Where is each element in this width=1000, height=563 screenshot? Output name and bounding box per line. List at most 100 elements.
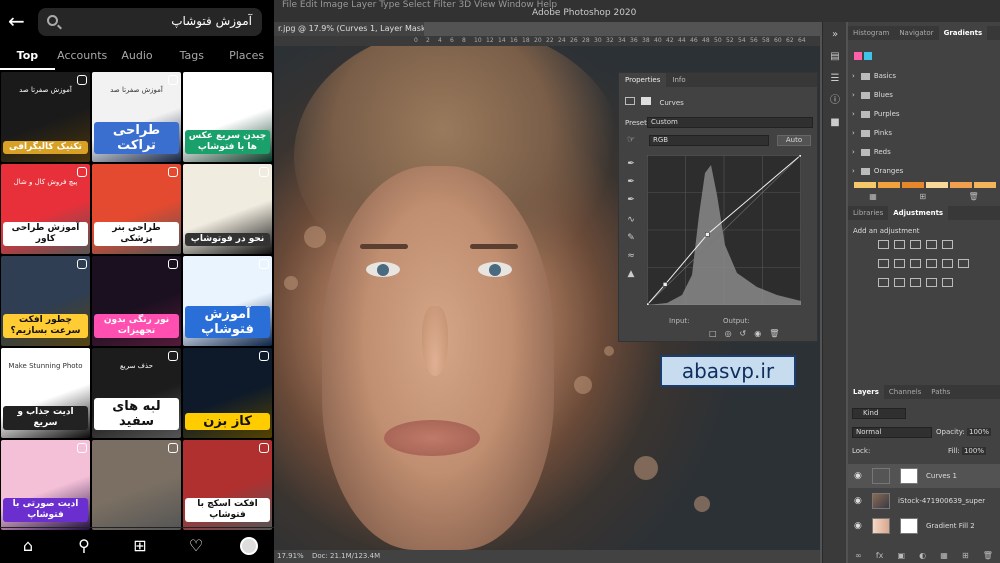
delete-gradient-icon[interactable]: 🗑 — [969, 190, 979, 203]
gradient-folder[interactable]: › Pinks — [852, 125, 892, 141]
curves-icon[interactable] — [910, 240, 921, 249]
layer-row[interactable]: ◉ Gradient Fill 2 — [848, 514, 1000, 538]
properties-icon[interactable]: ☰ — [823, 70, 847, 88]
search-icon[interactable]: ⚲ — [72, 536, 96, 555]
brightness-contrast-icon[interactable] — [878, 240, 889, 249]
tab-adjustments[interactable]: Adjustments — [888, 206, 949, 220]
result-tile[interactable]: چیدن سریع عکس ها با فتوشاپ — [183, 72, 272, 162]
link-layers-icon[interactable]: ∞ — [855, 549, 862, 562]
tab-layers[interactable]: Layers — [848, 385, 884, 399]
trash-icon[interactable]: 🗑 — [769, 329, 779, 338]
result-tile[interactable]: چطور افکت سرعت بسازیم؟ — [1, 256, 90, 346]
invert-icon[interactable] — [878, 278, 889, 287]
result-tile[interactable]: ادیت صورتی با فتوشاپ — [1, 440, 90, 530]
mask-icon[interactable] — [641, 97, 652, 105]
fill-value[interactable]: 100% — [961, 447, 986, 455]
gradient-preset[interactable] — [950, 182, 972, 188]
result-tile[interactable]: پیچ فروش کال و شال آموزش طراحی کاور — [1, 164, 90, 254]
gradient-preset[interactable] — [974, 182, 996, 188]
on-image-adjust-icon[interactable]: ☞ — [624, 133, 638, 147]
new-group-icon[interactable]: ▦ — [869, 190, 877, 203]
fx-icon[interactable]: fx — [876, 549, 884, 562]
curve-edit-icon[interactable]: ∿ — [624, 213, 638, 227]
result-tile[interactable]: آموزش فتوشاپ — [183, 256, 272, 346]
pencil-icon[interactable]: ✎ — [624, 231, 638, 245]
gradient-folder[interactable]: › Basics — [852, 68, 896, 84]
history-icon[interactable]: ▤ — [823, 48, 847, 66]
opacity-value[interactable]: 100% — [967, 428, 992, 436]
tab-libraries[interactable]: Libraries — [848, 206, 888, 220]
tab-info[interactable]: Info — [666, 73, 691, 87]
white-point-eyedropper-icon[interactable]: ✒ — [624, 193, 638, 207]
tab-tags[interactable]: Tags — [164, 46, 219, 70]
clipping-warning-icon[interactable]: ▲ — [624, 267, 638, 281]
curve-point[interactable] — [662, 282, 668, 287]
new-layer-icon[interactable]: ⊞ — [962, 549, 969, 562]
black-point-eyedropper-icon[interactable]: ✒ — [624, 157, 638, 171]
color-balance-icon[interactable] — [894, 259, 905, 268]
curve-point[interactable] — [647, 302, 650, 305]
gradient-map-icon[interactable] — [926, 278, 937, 287]
channel-select[interactable]: RGB — [649, 135, 769, 146]
tab-channels[interactable]: Channels — [884, 385, 926, 399]
add-mask-icon[interactable]: ▣ — [898, 549, 906, 562]
result-tile[interactable]: طراحی بنر پزشکی — [92, 164, 181, 254]
mask-thumbnail[interactable] — [900, 518, 918, 534]
fill-control[interactable]: Fill: 100% — [948, 447, 986, 455]
tab-properties[interactable]: Properties — [619, 73, 667, 87]
result-tile[interactable]: نحو در فوتوشاپ — [183, 164, 272, 254]
gradient-folder[interactable]: › Purples — [852, 106, 900, 122]
threshold-icon[interactable] — [910, 278, 921, 287]
profile-avatar[interactable] — [240, 536, 258, 555]
gradient-preset[interactable] — [854, 182, 876, 188]
result-tile[interactable] — [92, 440, 181, 530]
layer-row[interactable]: ◉ Curves 1 — [848, 464, 1000, 488]
reset-icon[interactable]: ↺ — [740, 329, 747, 338]
new-gradient-icon[interactable]: ⊞ — [919, 190, 926, 203]
mask-thumbnail[interactable] — [900, 468, 918, 484]
result-tile[interactable]: نور رنگی بدون تجهیزات — [92, 256, 181, 346]
visibility-eye-icon[interactable]: ◉ — [754, 329, 761, 338]
blend-mode-select[interactable]: Normal — [852, 427, 932, 438]
preset-select[interactable]: Custom — [647, 117, 813, 128]
tab-navigator[interactable]: Navigator — [894, 26, 938, 40]
smooth-icon[interactable]: ≈ — [624, 249, 638, 263]
auto-button[interactable]: Auto — [777, 135, 811, 146]
photo-filter-icon[interactable] — [926, 259, 937, 268]
view-previous-icon[interactable]: ◎ — [725, 329, 732, 338]
color-swatch[interactable] — [864, 52, 872, 60]
back-arrow-icon[interactable]: ← — [8, 10, 30, 32]
color-lookup-icon[interactable] — [958, 259, 969, 268]
vibrance-icon[interactable] — [942, 240, 953, 249]
curves-graph[interactable] — [647, 155, 801, 305]
tab-gradients[interactable]: Gradients — [938, 26, 988, 40]
levels-icon[interactable] — [894, 240, 905, 249]
selective-color-icon[interactable] — [942, 278, 953, 287]
result-tile[interactable]: کاز بزن — [183, 348, 272, 438]
tab-histogram[interactable]: Histogram — [848, 26, 894, 40]
gradient-folder[interactable]: › Oranges — [852, 163, 903, 179]
layer-row[interactable]: ◉ iStock-471900639_super — [848, 489, 1000, 513]
expand-icon[interactable]: » — [823, 26, 847, 44]
menu-items[interactable]: File Edit Image Layer Type Select Filter… — [282, 0, 557, 10]
result-tile[interactable]: آموزش صفرتا صد تکنیک کالیگرافی — [1, 72, 90, 162]
posterize-icon[interactable] — [894, 278, 905, 287]
search-input[interactable]: آموزش فتوشاپ — [38, 8, 262, 36]
result-tile[interactable]: حذف سریع لبه های سفید — [92, 348, 181, 438]
visibility-eye-icon[interactable]: ◉ — [854, 489, 862, 513]
layer-filter-kind[interactable]: Kind — [852, 408, 906, 419]
tab-paths[interactable]: Paths — [926, 385, 955, 399]
exposure-icon[interactable] — [926, 240, 937, 249]
color-swatch[interactable] — [854, 52, 862, 60]
opacity-control[interactable]: Opacity: 100% — [936, 428, 992, 436]
curve-point[interactable] — [705, 232, 710, 237]
channel-mixer-icon[interactable] — [942, 259, 953, 268]
clip-to-layer-icon[interactable]: □ — [709, 329, 717, 338]
visibility-eye-icon[interactable]: ◉ — [854, 514, 862, 538]
gradient-folder[interactable]: › Blues — [852, 87, 893, 103]
gradient-preset[interactable] — [878, 182, 900, 188]
document-tab[interactable]: r.jpg @ 17.9% (Curves 1, Layer Mask/8) * — [274, 22, 424, 36]
heart-icon[interactable]: ♡ — [184, 536, 208, 555]
tab-accounts[interactable]: Accounts — [55, 46, 110, 70]
result-tile[interactable]: Make Stunning Photo ادیت جذاب و سریع — [1, 348, 90, 438]
